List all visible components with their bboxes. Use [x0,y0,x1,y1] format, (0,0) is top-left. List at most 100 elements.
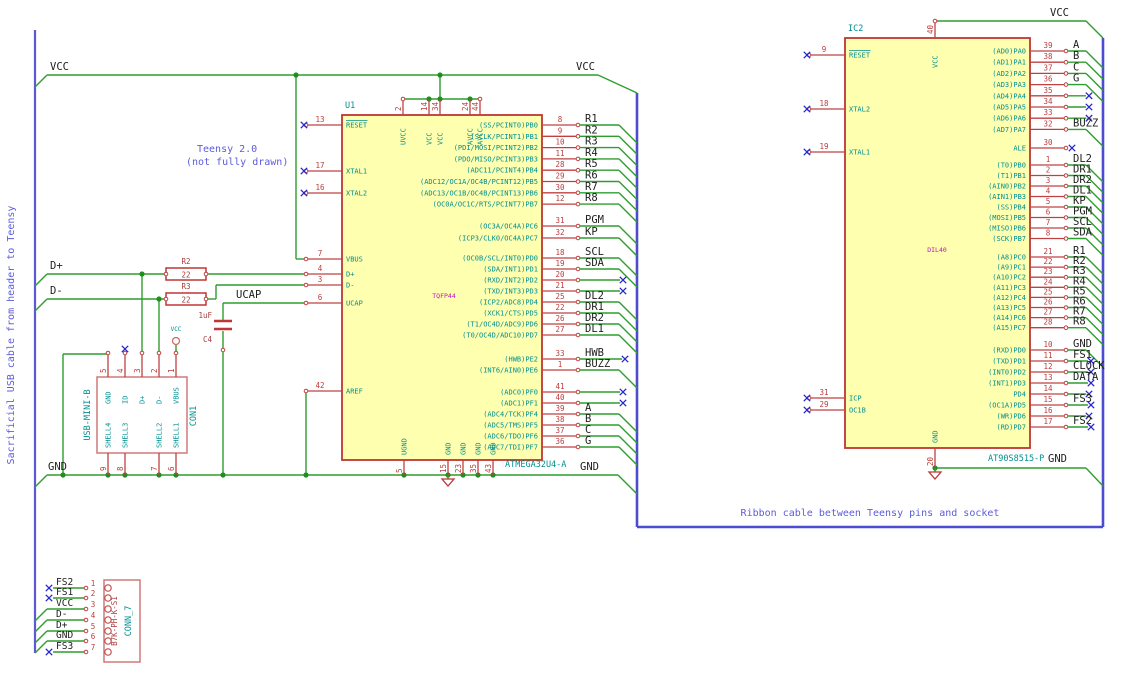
text-label: (A8)PC0 [996,254,1026,262]
text-label: 20 [926,456,935,466]
text-label: XTAL1 [346,168,367,176]
bus-entry [618,158,638,178]
pin-endpoint [575,299,581,305]
pin-endpoint [105,350,111,356]
pin-endpoint [303,271,309,277]
r2-refdes: R2 [181,257,190,266]
pin-endpoint [163,296,169,302]
text-label: 35 [469,464,478,473]
bus-entry [1085,296,1104,315]
pin-endpoint [203,296,209,302]
text-label: 22 [1043,257,1052,266]
text-label: 28 [1043,318,1053,327]
text-label: (T1/OC4D/ADC9)PD6 [466,321,538,329]
pin-endpoint [83,628,89,634]
text-label: (ADC7/TDI)PF7 [483,444,538,452]
conn7-pin-circle [104,616,112,624]
u1-value: ATMEGA32U4-A [505,460,566,470]
net-label-C: C [1073,61,1079,73]
net-label-dminus-left: D- [50,285,63,297]
text-label: XTAL2 [346,190,367,198]
text-label: PD4 [1013,391,1026,399]
text-label: 37 [1043,63,1052,72]
net-label-A: A [1073,39,1080,51]
text-label: 34 [1043,97,1053,106]
text-label: (OC0B/SCL/INT0)PD0 [462,255,538,263]
bus-entry [1085,128,1104,147]
text-label: 38 [1043,52,1053,61]
pin-endpoint [575,433,581,439]
pin-endpoint [575,422,581,428]
pin-endpoint [122,350,128,356]
text-label: 22 [555,303,564,312]
net-label-FS1: FS1 [56,587,73,598]
text-label: (INT6/AIN0)PE6 [479,367,538,375]
bus-entry [34,619,48,633]
text-label: 18 [555,248,565,257]
text-label: (ADC12/OC1A/OC4B/PCINT12)PB5 [420,178,538,186]
pin-endpoint [1063,424,1069,430]
text-label: 3 [133,368,142,373]
text-label: RESET [849,52,871,60]
pin-endpoint [83,585,89,591]
net-label-gnd-u1: GND [580,461,599,473]
text-label: UGND [401,438,409,455]
text-label: 7 [318,249,323,258]
text-label: 5 [91,622,96,631]
bus-entry [1085,307,1104,325]
text-label: (AIN1)PB3 [988,193,1026,201]
text-label: 3 [91,600,96,609]
text-label: UVCC [400,128,408,145]
text-label: (SCLK/PCINT1)PB1 [471,133,538,141]
bus-entry [618,124,638,144]
conn7-pin-circle [104,605,112,613]
text-label: (ADC11/PCINT4)PB4 [466,167,538,175]
text-label: 32 [1043,119,1052,128]
pin-endpoint [1063,215,1069,220]
text-label: 4 [318,264,323,273]
text-label: UCAP [346,300,363,308]
net-label-VCC: VCC [56,598,73,609]
text-label: XTAL1 [849,149,870,157]
text-label: 8 [1046,229,1051,238]
text-label: (T0)PB0 [996,162,1026,170]
pin-endpoint [1063,315,1069,320]
net-label-FS3: FS3 [1073,393,1092,405]
junction-dot [139,271,145,277]
text-label: VCC [437,132,445,145]
text-label: 24 [461,101,470,111]
net-label-R3: R3 [585,136,598,148]
text-label: (ICP3/CLK0/OC4A)PC7 [458,235,538,243]
pin-endpoint [575,167,581,173]
text-label: (ADC6/TDO)PF6 [483,433,538,441]
text-label: GND [932,430,940,443]
text-label: (WR)PD6 [996,413,1026,421]
net-label-R8: R8 [585,192,598,204]
schematic-canvas: VCCD+D-GNDUCAPVCCGNDVCCGNDVCCU113RESET17… [6,7,1105,663]
text-label: (RXD)PD0 [992,347,1026,355]
text-label: 1 [1046,155,1051,164]
pin-endpoint [1063,295,1069,300]
text-label: 5 [1046,197,1051,206]
bus-entry [1085,238,1104,256]
conn7-refdes: CONN_7 [124,606,134,637]
u1-refdes: U1 [345,101,355,111]
text-label: (TXD)PD1 [992,358,1026,366]
pin-endpoint [173,350,179,356]
net-label-DL1: DL1 [585,323,604,335]
text-label: 6 [318,293,323,302]
text-label: 6 [167,466,176,471]
text-label: 20 [555,270,565,279]
conn7-pin-circle [104,637,112,645]
pin-endpoint [1063,93,1069,99]
pin-endpoint [220,347,226,353]
text-label: VBUS [346,256,363,264]
text-label: (AIN0)PB2 [988,183,1026,191]
text-label: 32 [555,228,564,237]
text-label: 21 [555,281,564,290]
bus-entry [618,413,638,433]
bus-entry [34,630,48,644]
text-label: 12 [555,194,564,203]
text-label: RESET [346,122,368,130]
text-label: XTAL2 [849,106,870,114]
